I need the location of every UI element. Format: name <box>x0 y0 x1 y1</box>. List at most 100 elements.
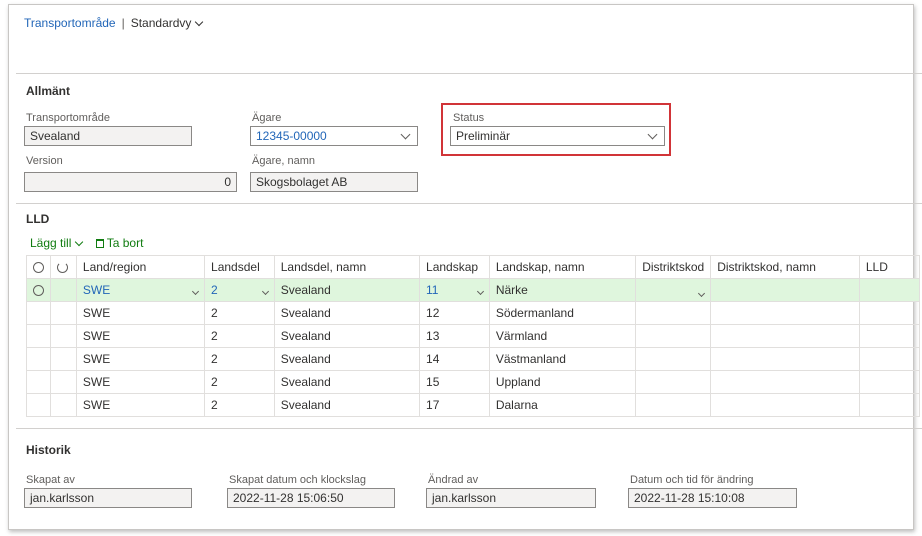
province-cell[interactable]: 14 <box>419 347 490 371</box>
owner-name-field[interactable]: Skogsbolaget AB <box>250 172 418 192</box>
column-header-lld[interactable]: LLD <box>858 255 921 279</box>
column-header-part[interactable]: Landsdel <box>204 255 275 279</box>
column-header-province[interactable]: Landskap <box>419 255 490 279</box>
refresh-icon[interactable] <box>57 262 68 274</box>
province-name-cell: Närke <box>488 278 637 302</box>
part-cell[interactable]: 2 <box>204 324 275 348</box>
province-name-cell: Södermanland <box>488 301 637 325</box>
remove-button[interactable]: Ta bort <box>86 236 144 250</box>
part-name-cell: Svealand <box>273 393 421 417</box>
table-row[interactable]: SWE 2 Svealand 12 Södermanland <box>26 301 921 325</box>
part-cell[interactable]: 2 <box>204 301 275 325</box>
select-all-column[interactable] <box>26 255 51 279</box>
row-select[interactable] <box>26 301 51 325</box>
lld-cell <box>858 301 921 325</box>
part-cell[interactable]: 2 <box>204 347 275 371</box>
province-cell[interactable]: 17 <box>419 393 490 417</box>
version-field[interactable]: 0 <box>24 172 237 192</box>
chevron-down-icon[interactable] <box>476 287 484 296</box>
district-name-cell <box>710 278 860 302</box>
country-cell[interactable]: SWE <box>75 370 206 394</box>
add-button[interactable]: Lägg till <box>30 236 84 250</box>
row-select[interactable] <box>26 278 51 302</box>
general-section-title: Allmänt <box>26 84 71 98</box>
view-selector-label: Standardvy <box>130 16 192 30</box>
chevron-down-icon[interactable] <box>400 129 411 140</box>
row-select[interactable] <box>26 347 51 371</box>
part-name-cell: Svealand <box>273 301 421 325</box>
column-header-part-name[interactable]: Landsdel, namn <box>273 255 421 279</box>
radio-icon[interactable] <box>33 285 44 297</box>
remove-button-label: Ta bort <box>106 236 144 250</box>
country-cell[interactable]: SWE <box>75 393 206 417</box>
table-row[interactable]: SWE 2 Svealand 14 Västmanland <box>26 347 921 371</box>
province-value: 11 <box>426 283 439 297</box>
country-value: SWE <box>82 283 111 297</box>
province-cell[interactable]: 12 <box>419 301 490 325</box>
country-cell[interactable]: SWE <box>75 324 206 348</box>
part-name-cell: Svealand <box>273 278 421 302</box>
chevron-down-icon[interactable] <box>698 289 706 297</box>
district-cell[interactable] <box>635 301 712 325</box>
created-at-field[interactable]: 2022-11-28 15:06:50 <box>227 488 395 508</box>
part-cell[interactable]: 2 <box>204 393 275 417</box>
district-cell[interactable] <box>635 393 712 417</box>
add-button-label: Lägg till <box>30 236 72 250</box>
province-name-cell: Västmanland <box>488 347 637 371</box>
column-header-country[interactable]: Land/region <box>75 255 206 279</box>
history-section-title: Historik <box>26 443 71 457</box>
refresh-column[interactable] <box>50 255 77 279</box>
lld-grid: Land/region Landsdel Landsdel, namn Land… <box>26 255 921 417</box>
lld-cell <box>858 278 921 302</box>
country-cell[interactable]: SWE <box>75 278 206 302</box>
row-select[interactable] <box>26 393 51 417</box>
transport-area-field[interactable]: Svealand <box>24 126 192 146</box>
created-by-field[interactable]: jan.karlsson <box>24 488 192 508</box>
chevron-down-icon[interactable] <box>647 129 658 140</box>
table-row[interactable]: SWE 2 Svealand 15 Uppland <box>26 370 921 394</box>
row-select[interactable] <box>26 370 51 394</box>
province-name-cell: Dalarna <box>488 393 637 417</box>
column-header-district-name[interactable]: Distriktskod, namn <box>710 255 860 279</box>
created-by-label: Skapat av <box>26 474 75 486</box>
transport-area-label: Transportområde <box>26 112 110 124</box>
table-row[interactable]: SWE 2 Svealand 17 Dalarna <box>26 393 921 417</box>
part-value: 2 <box>211 283 218 297</box>
district-cell[interactable] <box>635 370 712 394</box>
breadcrumb-entity-link[interactable]: Transportområde <box>24 16 116 30</box>
district-cell[interactable] <box>635 347 712 371</box>
radio-icon[interactable] <box>33 262 44 274</box>
district-name-cell <box>710 393 860 417</box>
part-cell[interactable]: 2 <box>204 278 275 302</box>
district-cell[interactable] <box>635 324 712 348</box>
row-select[interactable] <box>26 324 51 348</box>
province-cell[interactable]: 11 <box>419 278 490 302</box>
chevron-down-icon <box>195 17 204 27</box>
province-cell[interactable]: 15 <box>419 370 490 394</box>
table-row[interactable]: SWE 2 Svealand 13 Värmland <box>26 324 921 348</box>
view-selector[interactable]: Standardvy <box>130 16 204 30</box>
part-name-cell: Svealand <box>273 370 421 394</box>
district-cell[interactable] <box>635 278 712 302</box>
district-name-cell <box>710 347 860 371</box>
chevron-down-icon[interactable] <box>191 287 200 296</box>
chevron-down-icon[interactable] <box>261 287 269 296</box>
lld-cell <box>858 324 921 348</box>
owner-select[interactable]: 12345-00000 <box>250 126 418 146</box>
row-spacer <box>50 301 77 325</box>
country-cell[interactable]: SWE <box>75 301 206 325</box>
country-cell[interactable]: SWE <box>75 347 206 371</box>
part-cell[interactable]: 2 <box>204 370 275 394</box>
modified-at-label: Datum och tid för ändring <box>630 474 754 486</box>
column-header-district[interactable]: Distriktskod <box>635 255 712 279</box>
modified-by-field[interactable]: jan.karlsson <box>426 488 596 508</box>
modified-at-field[interactable]: 2022-11-28 15:10:08 <box>628 488 797 508</box>
lld-cell <box>858 370 921 394</box>
status-select[interactable]: Preliminär <box>450 126 665 146</box>
row-spacer <box>50 324 77 348</box>
column-header-province-name[interactable]: Landskap, namn <box>488 255 637 279</box>
table-row[interactable]: SWE 2 Svealand 11 Närke <box>26 278 921 302</box>
breadcrumb: Transportområde | Standardvy <box>24 16 204 30</box>
row-spacer <box>50 370 77 394</box>
province-cell[interactable]: 13 <box>419 324 490 348</box>
